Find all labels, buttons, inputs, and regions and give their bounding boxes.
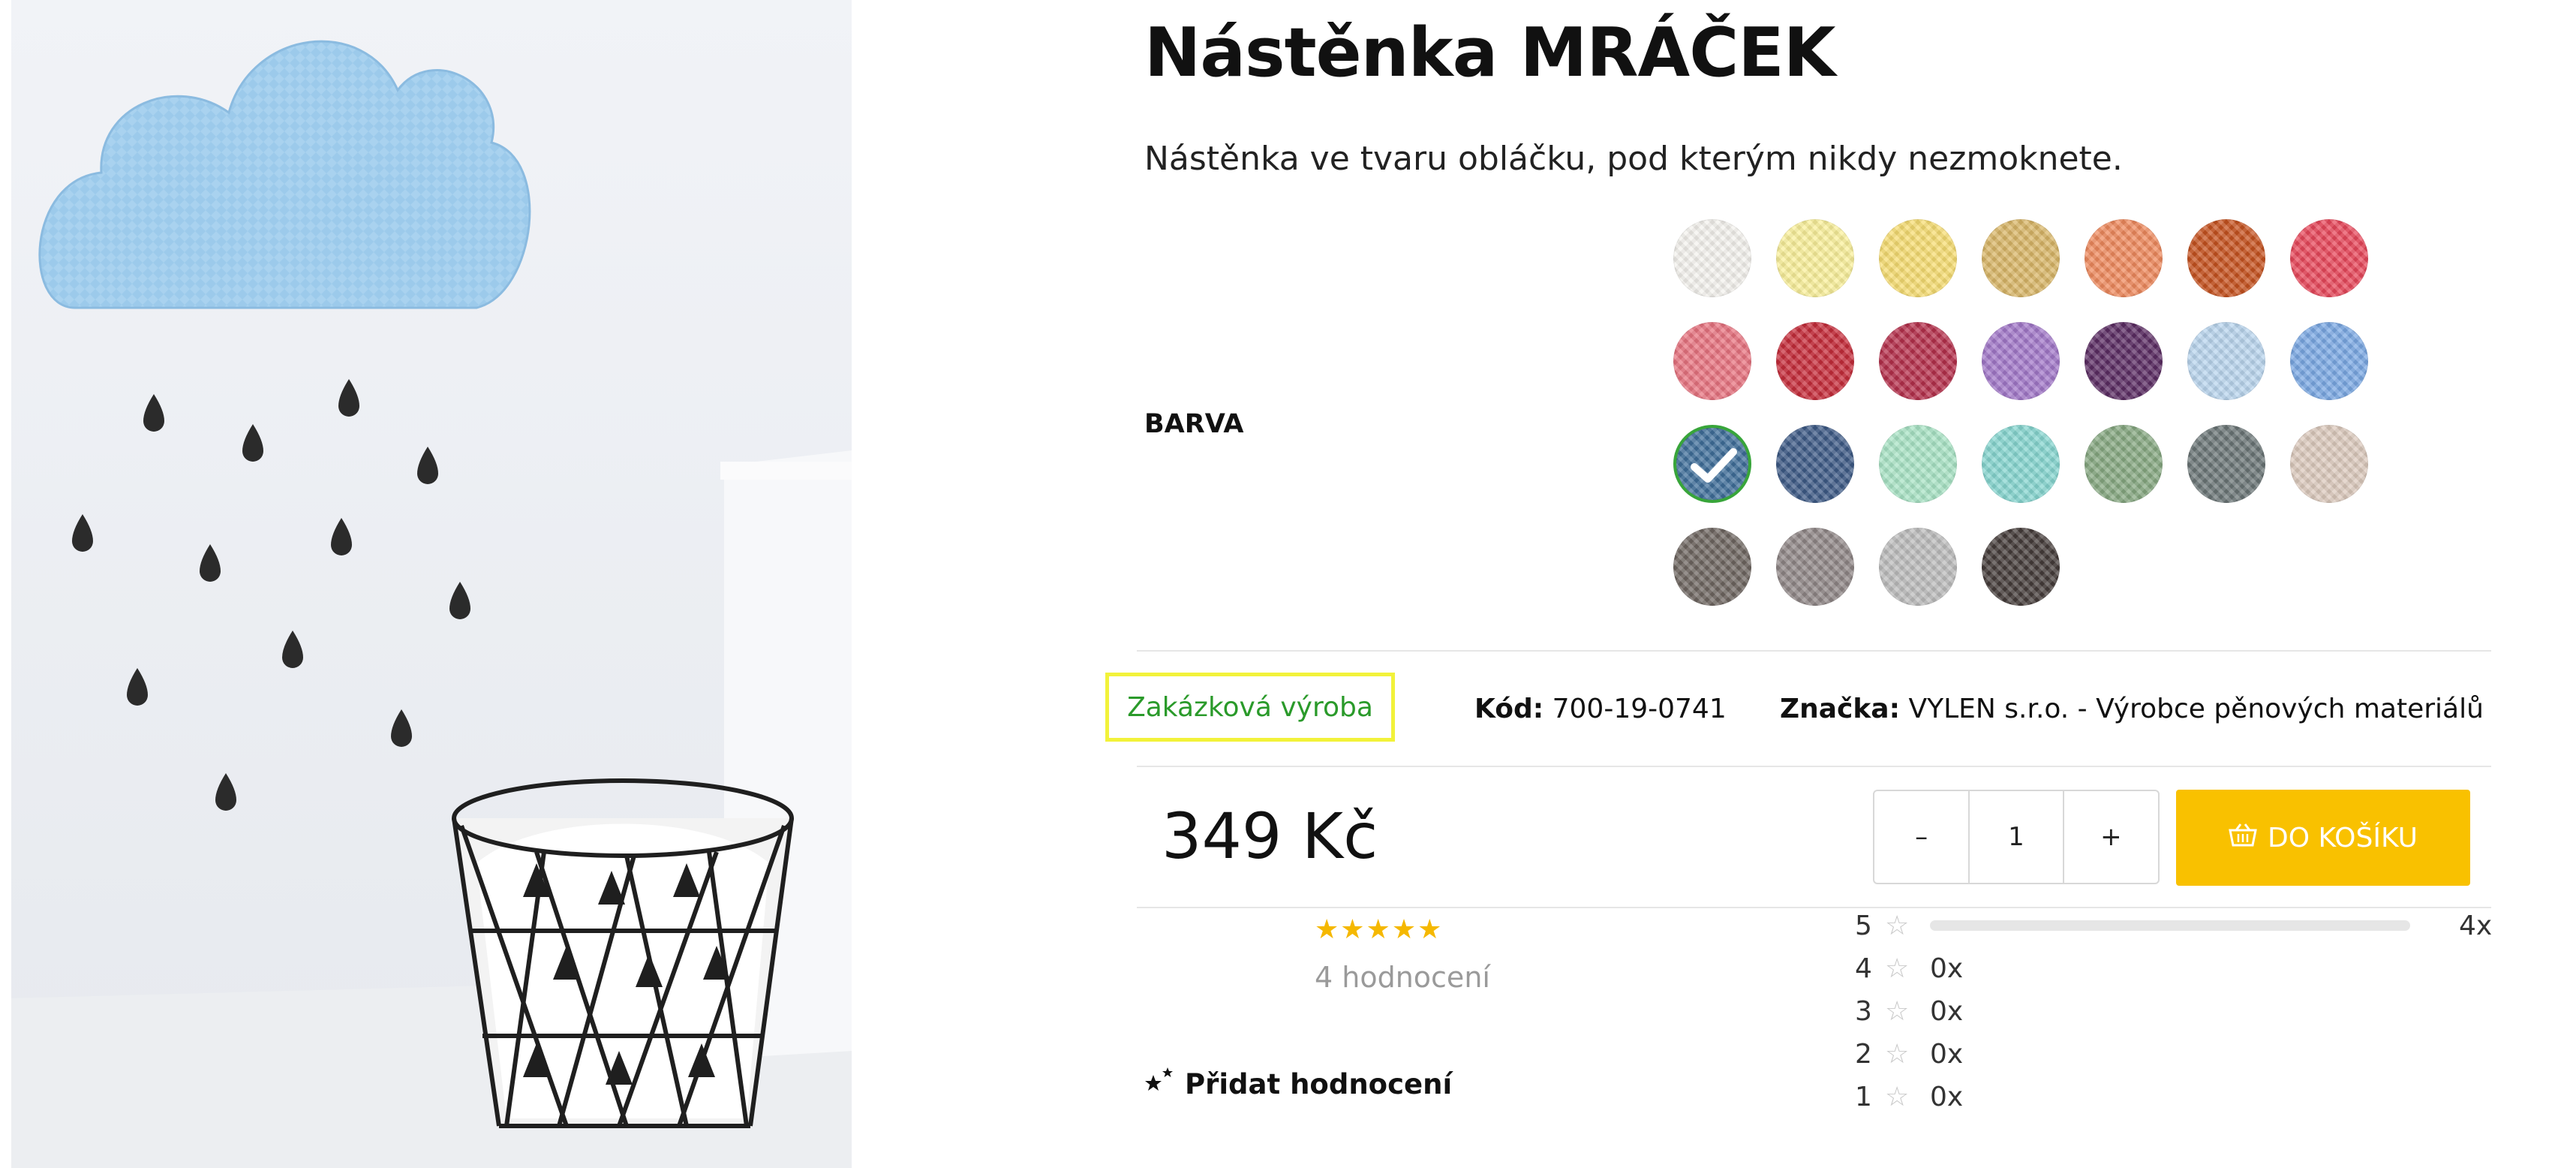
color-swatch[interactable] (1673, 528, 1751, 606)
rating-bar (1930, 920, 2410, 931)
color-swatch[interactable] (1673, 425, 1751, 503)
availability-badge: Zakázková výroba (1105, 673, 1395, 742)
color-swatch[interactable] (1879, 322, 1957, 400)
color-swatch[interactable] (1982, 219, 2060, 297)
rating-row: 3 ☆ 0x (1855, 992, 1963, 1030)
color-swatch[interactable] (1673, 219, 1751, 297)
increase-quantity-button[interactable]: + (2064, 791, 2158, 883)
rating-row-stars: 4 (1855, 953, 1872, 984)
color-swatch[interactable] (1982, 528, 2060, 606)
rating-row-stars: 5 (1855, 910, 1872, 941)
color-swatch[interactable] (2290, 425, 2368, 503)
product-title: Nástěnka MRÁČEK (1144, 14, 1835, 92)
quantity-stepper: – 1 + (1873, 790, 2160, 884)
star-outline-icon: ☆ (1885, 953, 1910, 984)
add-to-cart-label: DO KOŠÍKU (2268, 822, 2418, 853)
rating-row-count: 0x (1930, 953, 1964, 984)
color-swatch[interactable] (1673, 322, 1751, 400)
availability-text: Zakázková výroba (1127, 691, 1373, 723)
checkmark-icon (1691, 448, 1737, 483)
rating-row-stars: 1 (1855, 1081, 1872, 1112)
star-outline-icon: ☆ (1885, 910, 1910, 941)
stars-icon (1144, 1066, 1176, 1103)
rating-row-count: 0x (1930, 1038, 1964, 1070)
average-rating-stars: ★★★★★ (1315, 914, 1444, 945)
quantity-input[interactable]: 1 (1968, 791, 2064, 883)
product-brand: Značka: VYLEN s.r.o. - Výrobce pěnových … (1780, 694, 2484, 724)
color-swatch[interactable] (2085, 219, 2163, 297)
star-outline-icon: ☆ (1885, 1038, 1910, 1070)
add-review-link[interactable]: Přidat hodnocení (1144, 1066, 1452, 1103)
add-to-cart-button[interactable]: DO KOŠÍKU (2176, 790, 2470, 886)
brand-label: Značka: (1780, 694, 1900, 724)
color-swatch[interactable] (2187, 322, 2265, 400)
color-swatch[interactable] (2290, 322, 2368, 400)
product-price: 349 Kč (1162, 799, 1378, 873)
color-swatch-grid (1673, 219, 2386, 625)
rating-row-stars: 2 (1855, 1038, 1872, 1070)
color-swatch[interactable] (1776, 219, 1854, 297)
color-swatch[interactable] (1879, 219, 1957, 297)
rating-row: 1 ☆ 0x (1855, 1078, 1963, 1115)
color-swatch[interactable] (1776, 425, 1854, 503)
color-swatch[interactable] (1776, 528, 1854, 606)
rating-row: 2 ☆ 0x (1855, 1035, 1963, 1073)
decrease-quantity-button[interactable]: – (1874, 791, 1968, 883)
color-swatch[interactable] (2187, 425, 2265, 503)
star-outline-icon: ☆ (1885, 1081, 1910, 1112)
product-description: Nástěnka ve tvaru obláčku, pod kterým ni… (1144, 140, 2123, 178)
color-label: BARVA (1144, 409, 1244, 439)
divider (1137, 650, 2491, 652)
rating-row-count: 4x (2459, 910, 2493, 941)
brand-value[interactable]: VYLEN s.r.o. - Výrobce pěnových materiál… (1908, 694, 2483, 724)
product-image[interactable] (11, 0, 852, 1168)
rating-row-count: 0x (1930, 995, 1964, 1027)
rating-row-stars: 3 (1855, 995, 1872, 1027)
star-outline-icon: ☆ (1885, 995, 1910, 1027)
rating-count: 4 hodnocení (1315, 961, 1490, 994)
rating-row-count: 0x (1930, 1081, 1964, 1112)
product-code: Kód: 700-19-0741 (1474, 694, 1727, 724)
color-swatch[interactable] (2187, 219, 2265, 297)
color-swatch[interactable] (1879, 528, 1957, 606)
code-label: Kód: (1474, 694, 1544, 724)
color-swatch[interactable] (2085, 425, 2163, 503)
color-swatch[interactable] (1982, 322, 2060, 400)
color-swatch[interactable] (1982, 425, 2060, 503)
color-swatch[interactable] (1879, 425, 1957, 503)
code-value: 700-19-0741 (1552, 694, 1727, 724)
wire-basket (452, 778, 794, 1128)
color-swatch[interactable] (2290, 219, 2368, 297)
color-swatch[interactable] (1776, 322, 1854, 400)
color-swatch[interactable] (2085, 322, 2163, 400)
divider (1137, 766, 2491, 767)
rating-row: 4 ☆ 0x (1855, 950, 1963, 987)
basket-icon (2229, 823, 2257, 853)
rating-row: 5 ☆ 4x (1855, 907, 2492, 944)
add-review-label: Přidat hodnocení (1185, 1068, 1453, 1100)
